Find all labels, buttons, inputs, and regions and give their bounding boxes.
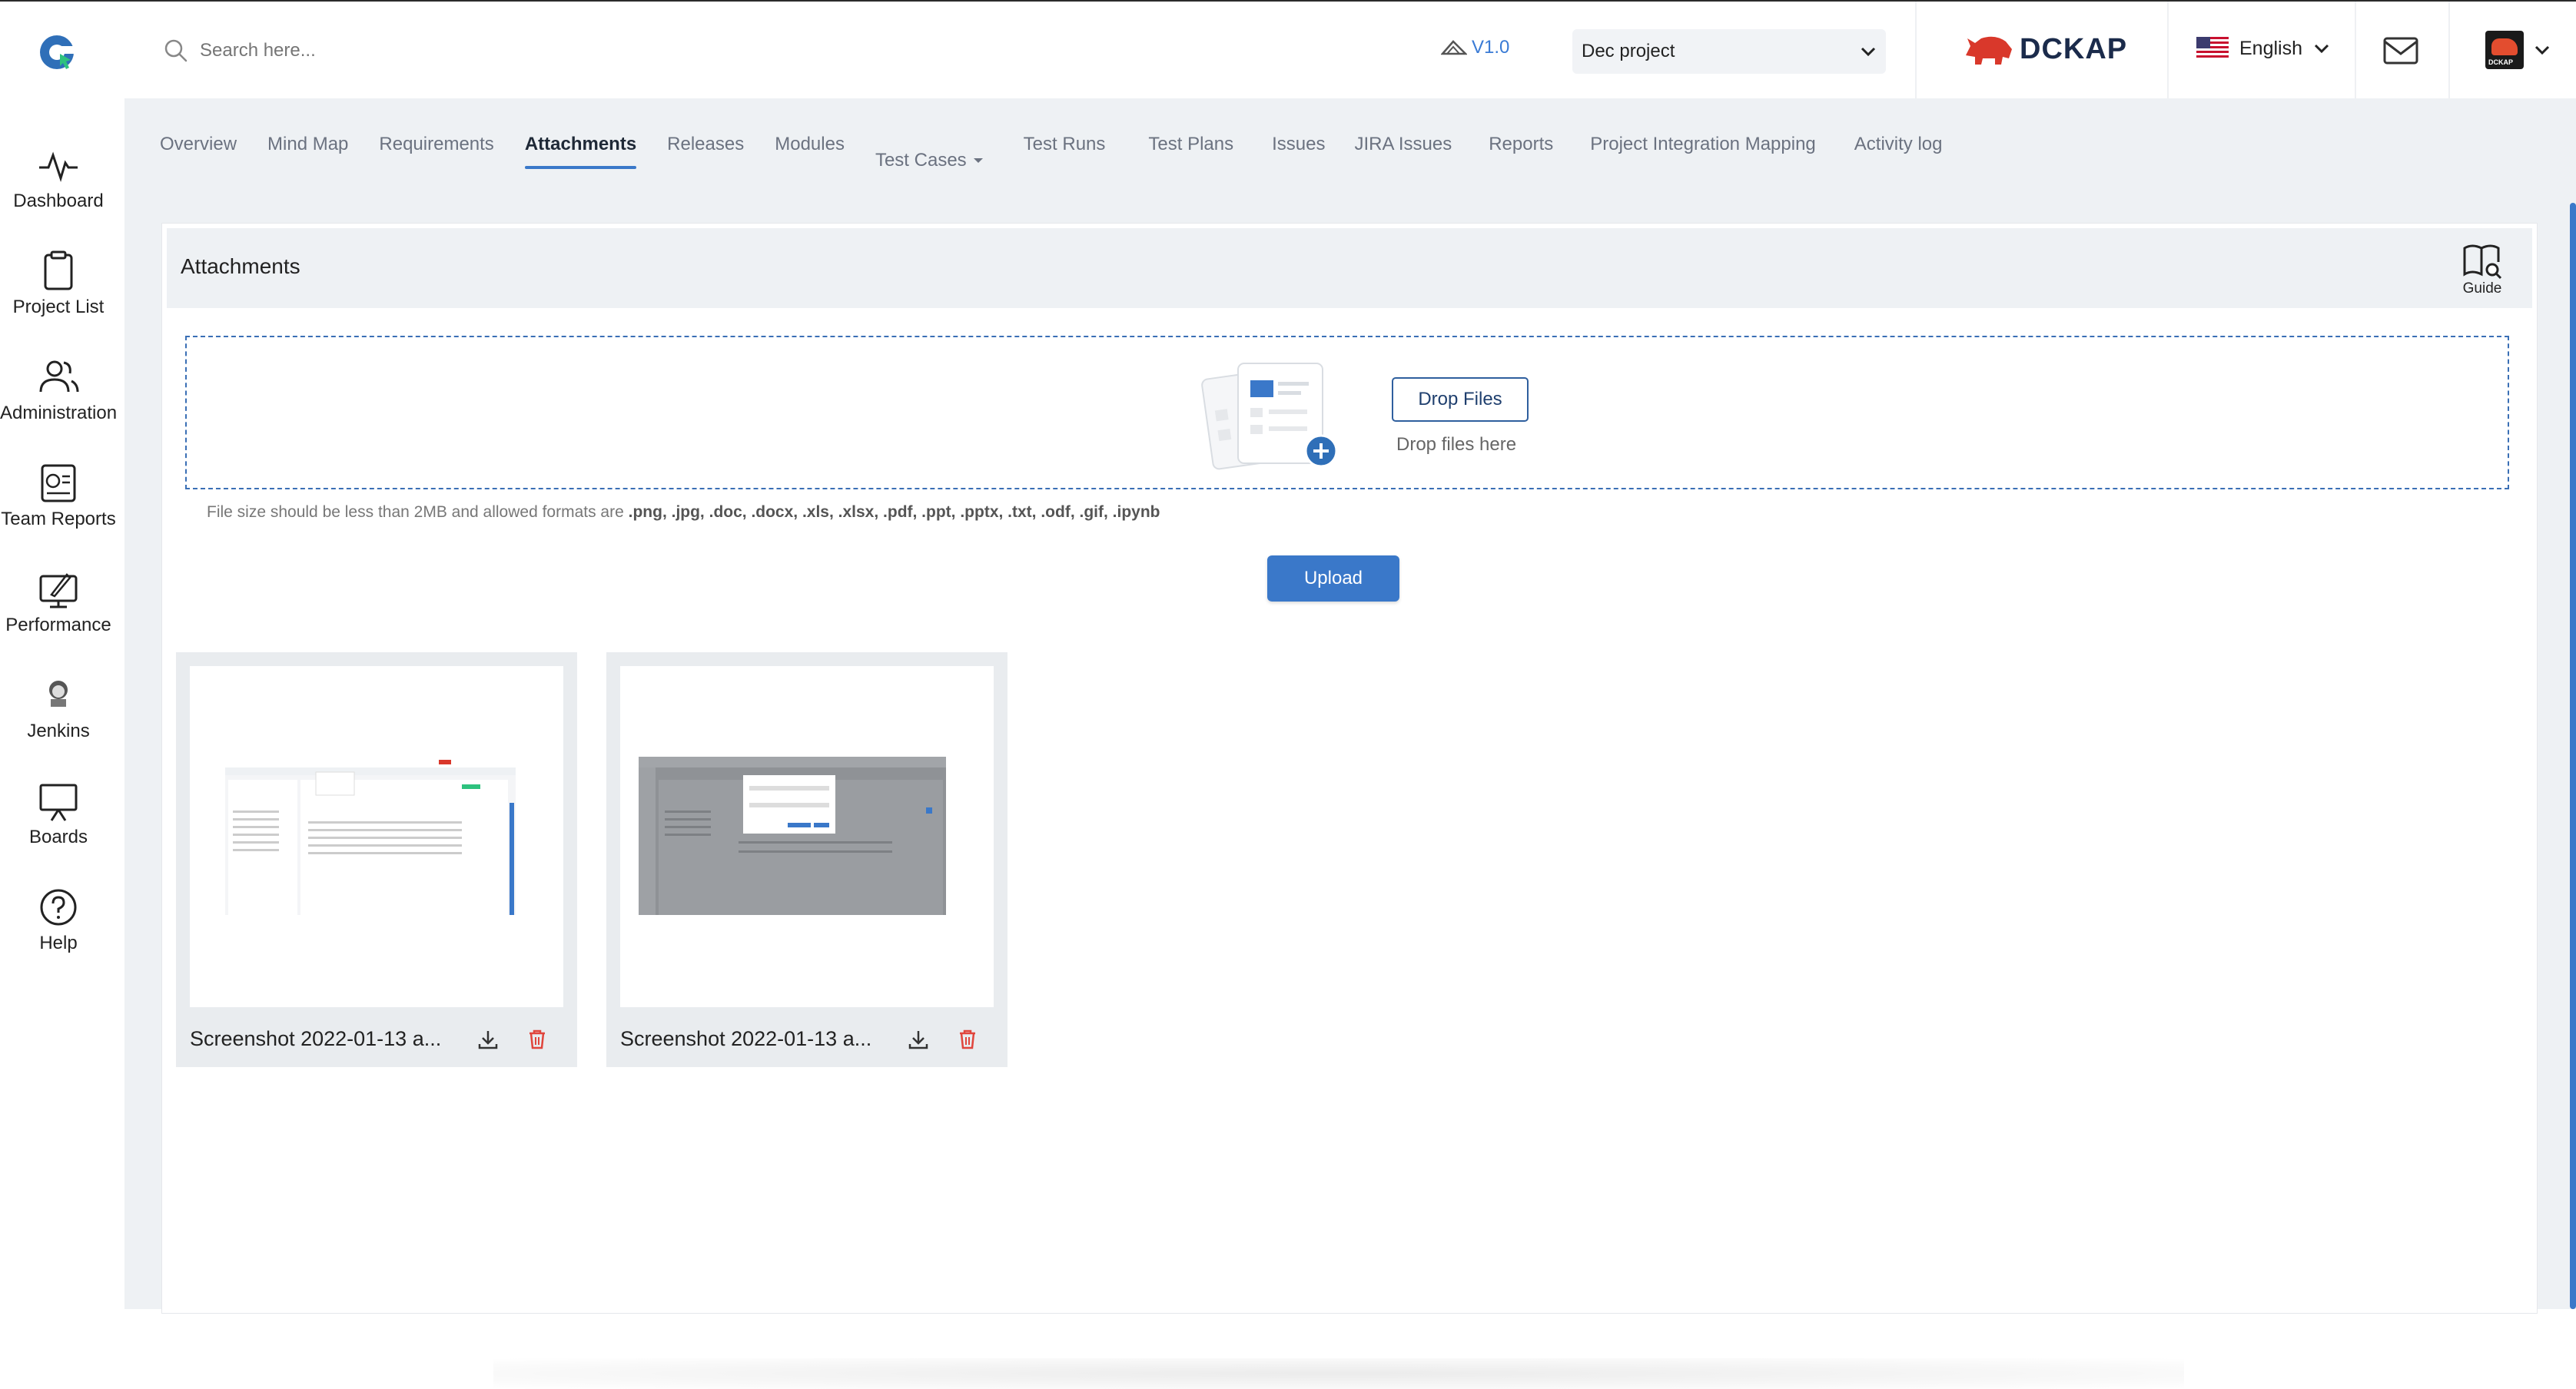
sidebar-item-label: Dashboard <box>13 191 104 211</box>
rhino-icon <box>1966 36 2012 65</box>
sidebar-item-label: Boards <box>28 827 88 847</box>
sidebar-item-label: Project List <box>12 297 105 317</box>
sidebar-item-label: Team Reports <box>1 509 116 529</box>
divider <box>2355 2 2356 100</box>
help-icon <box>40 889 77 926</box>
drop-hint: Drop files here <box>1396 434 1517 455</box>
tab-activity-log[interactable]: Activity log <box>1854 134 1943 187</box>
project-tabs: Overview Mind Map Requirements Attachmen… <box>160 134 1942 187</box>
us-flag-icon <box>2196 37 2229 60</box>
tab-test-runs[interactable]: Test Runs <box>1024 134 1106 187</box>
search-input[interactable] <box>200 40 661 61</box>
sidebar-item-administration[interactable]: Administration <box>0 356 117 424</box>
sidebar-item-team-reports[interactable]: Team Reports <box>0 462 117 530</box>
guide-label: Guide <box>2462 280 2502 297</box>
tab-test-cases[interactable]: Test Cases <box>875 134 985 187</box>
sidebar-item-boards[interactable]: Boards <box>0 781 117 848</box>
sidebar-item-dashboard[interactable]: Dashboard <box>0 144 117 212</box>
avatar-text: DCKAP <box>2488 58 2514 66</box>
tab-reports[interactable]: Reports <box>1489 134 1553 187</box>
brand-text: DCKAP <box>2020 32 2128 65</box>
board-icon <box>39 784 78 821</box>
book-search-icon <box>2463 244 2502 280</box>
attachments-card: Attachments Guide Drop Files Drop files … <box>161 223 2538 1314</box>
attachment-card[interactable]: Screenshot 2022-01-13 a... <box>606 652 1007 1067</box>
sidebar-item-project-list[interactable]: Project List <box>0 250 117 318</box>
avatar[interactable]: DCKAP <box>2485 31 2524 69</box>
search-bar[interactable] <box>163 35 701 66</box>
caret-down-icon <box>973 158 983 163</box>
jenkins-icon <box>49 681 68 707</box>
chevron-down-icon <box>1861 47 1876 57</box>
tab-project-integration-mapping[interactable]: Project Integration Mapping <box>1590 134 1816 187</box>
file-note-formats: .png, .jpg, .doc, .docx, .xls, .xlsx, .p… <box>628 503 1160 521</box>
rocket-monitor-icon <box>39 573 78 608</box>
version-label[interactable]: V1.0 <box>1441 37 1509 58</box>
trash-icon[interactable] <box>957 1029 978 1050</box>
avatar-mark <box>2491 38 2518 55</box>
drop-files-button[interactable]: Drop Files <box>1392 377 1529 422</box>
sidebar-item-label: Help <box>39 933 78 953</box>
bottom-shadow <box>493 1358 2184 1389</box>
file-note-text: File size should be less than 2MB and al… <box>207 503 629 521</box>
download-icon[interactable] <box>908 1029 929 1050</box>
language-select[interactable]: English <box>2196 37 2332 60</box>
tab-attachments[interactable]: Attachments <box>524 134 637 187</box>
divider <box>2167 2 2169 100</box>
guide-button[interactable]: Guide <box>2461 242 2503 297</box>
users-icon <box>39 360 79 393</box>
attachment-thumbnail[interactable] <box>190 666 563 1007</box>
sidebar-item-label: Jenkins <box>27 721 90 741</box>
version-text: V1.0 <box>1472 37 1510 58</box>
card-header: Attachments Guide <box>167 228 2532 308</box>
search-icon <box>164 39 188 62</box>
tab-test-plans[interactable]: Test Plans <box>1148 134 1233 187</box>
language-label: English <box>2239 37 2302 59</box>
report-icon <box>41 464 76 502</box>
project-select-value: Dec project <box>1582 41 1675 61</box>
attachment-card[interactable]: Screenshot 2022-01-13 a... <box>176 652 577 1067</box>
sidebar-item-help[interactable]: Help <box>0 887 117 954</box>
chevron-down-icon <box>2535 45 2550 55</box>
clipboard-icon <box>44 250 73 290</box>
file-dropzone[interactable]: Drop Files Drop files here <box>185 336 2509 489</box>
page-scrollbar[interactable] <box>2570 203 2576 1309</box>
tab-jira-issues[interactable]: JIRA Issues <box>1354 134 1452 187</box>
screenshot-preview <box>639 757 946 915</box>
sidebar-item-label: Administration <box>0 403 118 423</box>
divider <box>1915 2 1917 100</box>
screenshot-preview <box>208 757 516 915</box>
project-select[interactable]: Dec project <box>1572 29 1886 74</box>
tab-overview[interactable]: Overview <box>160 134 237 187</box>
user-menu[interactable]: DCKAP <box>2485 31 2553 69</box>
sidebar-item-label: Performance <box>5 615 111 635</box>
version-icon <box>1441 40 1467 55</box>
sidebar-item-performance[interactable]: Performance <box>0 569 117 636</box>
chevron-down-icon <box>2314 44 2329 54</box>
file-upload-illustration <box>1201 363 1338 470</box>
sidebar: Dashboard Project List Administration Te… <box>0 98 124 1309</box>
tab-modules[interactable]: Modules <box>775 134 845 187</box>
top-bar: V1.0 Dec project DCKAP English <box>0 0 2576 100</box>
sidebar-item-jenkins[interactable]: Jenkins <box>0 675 117 742</box>
tab-releases[interactable]: Releases <box>667 134 744 187</box>
main-content: Overview Mind Map Requirements Attachmen… <box>124 98 2576 1389</box>
mail-icon[interactable] <box>2382 35 2419 66</box>
file-requirements-note: File size should be less than 2MB and al… <box>207 503 1160 522</box>
download-icon[interactable] <box>477 1029 499 1050</box>
divider <box>2448 2 2450 100</box>
attachment-file-name[interactable]: Screenshot 2022-01-13 a... <box>190 1027 441 1051</box>
brand-logo: DCKAP <box>1964 32 2127 66</box>
trash-icon[interactable] <box>526 1029 548 1050</box>
attachment-file-name[interactable]: Screenshot 2022-01-13 a... <box>620 1027 871 1051</box>
tab-test-cases-label: Test Cases <box>875 150 967 171</box>
page-title: Attachments <box>181 254 300 278</box>
attachment-thumbnail[interactable] <box>620 666 994 1007</box>
tab-requirements[interactable]: Requirements <box>379 134 493 187</box>
tab-mind-map[interactable]: Mind Map <box>267 134 348 187</box>
pulse-icon <box>39 151 78 182</box>
app-logo-icon[interactable] <box>37 31 80 74</box>
tab-issues[interactable]: Issues <box>1272 134 1325 187</box>
upload-button[interactable]: Upload <box>1267 555 1399 602</box>
